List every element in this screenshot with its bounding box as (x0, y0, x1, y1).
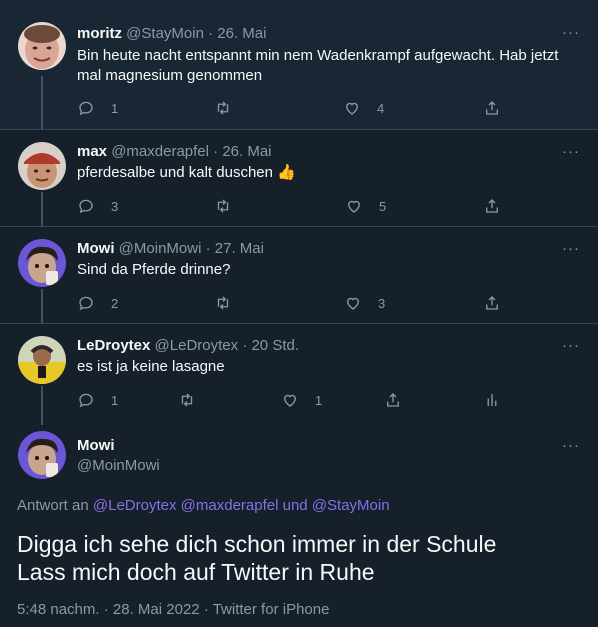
avatar-mowi[interactable] (18, 239, 66, 287)
retweet-icon (217, 296, 229, 310)
like-count: 3 (378, 295, 386, 311)
share-icon (387, 393, 399, 407)
separator-dot: · (205, 240, 211, 257)
reply-tweet-1[interactable]: moritz @StayMoin · 26. Mai ··· Bin heute… (0, 0, 598, 130)
replying-prefix: Antwort an (17, 497, 89, 514)
share-button[interactable] (483, 293, 501, 313)
main-author-name[interactable]: Mowi (77, 437, 115, 454)
share-button[interactable] (483, 98, 501, 118)
thread-connector (41, 289, 43, 324)
main-tweet-line-1: Digga ich sehe dich schon immer in der S… (17, 531, 497, 557)
reply-icon (79, 199, 93, 214)
like-count: 5 (379, 198, 387, 214)
tweet-text: pferdesalbe und kalt duschen 👍 (77, 164, 296, 181)
reply-button[interactable]: 3 (77, 196, 118, 216)
like-button[interactable]: 5 (345, 196, 386, 216)
more-options-icon[interactable]: ··· (562, 25, 580, 46)
like-count: 1 (315, 392, 323, 408)
tweet-date[interactable]: 26. Mai (217, 25, 266, 42)
share-button[interactable] (483, 196, 501, 216)
mention-maxderapfel[interactable]: @maxderapfel (181, 497, 279, 514)
tweet-time[interactable]: 5:48 nachm. (17, 601, 100, 618)
mention-ledroytex[interactable]: @LeDroytex (93, 497, 177, 514)
avatar-moritz[interactable] (18, 22, 66, 70)
tweet-text: es ist ja keine lasagne (77, 358, 225, 375)
replying-to: Antwort an @LeDroytex @maxderapfel und @… (17, 497, 390, 514)
tweet-date[interactable]: 20 Std. (251, 337, 299, 354)
separator-dot: · (208, 25, 214, 42)
reply-icon (79, 101, 93, 116)
share-icon (486, 199, 498, 213)
heart-icon (348, 200, 360, 213)
author-name[interactable]: max (77, 143, 107, 160)
separator-dot: · (203, 601, 209, 618)
reply-count: 1 (111, 100, 119, 116)
like-button[interactable]: 1 (281, 390, 322, 410)
tweet-actions: 1 4 (77, 98, 517, 118)
avatar-ledroytex[interactable] (18, 336, 66, 384)
more-options-icon[interactable]: ··· (562, 438, 580, 459)
author-handle[interactable]: @StayMoin (126, 25, 204, 42)
avatar-mowi-main[interactable] (18, 431, 66, 479)
reply-tweet-4[interactable]: LeDroytex @LeDroytex · 20 Std. ··· es is… (0, 324, 598, 425)
reply-button[interactable]: 1 (77, 98, 118, 118)
main-tweet-text: Digga ich sehe dich schon immer in der S… (17, 530, 587, 586)
author-handle[interactable]: @maxderapfel (111, 143, 209, 160)
tweet-date[interactable]: 26. Mai (222, 143, 271, 160)
replying-and: und (282, 497, 308, 514)
reply-tweet-3[interactable]: Mowi @MoinMowi · 27. Mai ··· Sind da Pfe… (0, 227, 598, 324)
tweet-client[interactable]: Twitter for iPhone (213, 601, 330, 618)
retweet-button[interactable] (178, 390, 196, 410)
separator-dot: · (242, 337, 248, 354)
tweet-full-date[interactable]: 28. Mai 2022 (113, 601, 200, 618)
like-button[interactable]: 3 (344, 293, 385, 313)
reply-button[interactable]: 1 (77, 390, 118, 410)
tweet-text: Sind da Pferde drinne? (77, 261, 231, 278)
retweet-icon (181, 393, 193, 407)
thread-connector (41, 76, 43, 130)
author-name[interactable]: moritz (77, 25, 122, 42)
author-name[interactable]: Mowi (77, 240, 115, 257)
share-icon (486, 296, 498, 310)
heart-icon (346, 102, 358, 115)
main-tweet-line-2: Lass mich doch auf Twitter in Ruhe (17, 559, 375, 585)
tweet-date[interactable]: 27. Mai (215, 240, 264, 257)
mention-staymoin[interactable]: @StayMoin (312, 497, 390, 514)
tweet-actions: 3 5 (77, 196, 517, 216)
retweet-button[interactable] (214, 98, 232, 118)
share-button[interactable] (384, 390, 402, 410)
separator-dot: · (103, 601, 109, 618)
retweet-icon (217, 199, 229, 213)
reply-button[interactable]: 2 (77, 293, 118, 313)
tweet-actions: 1 1 (77, 390, 517, 410)
retweet-button[interactable] (214, 196, 232, 216)
retweet-button[interactable] (214, 293, 232, 313)
conversation-thread: moritz @StayMoin · 26. Mai ··· Bin heute… (0, 0, 598, 627)
reply-icon (79, 393, 93, 408)
reply-icon (79, 296, 93, 311)
heart-icon (284, 394, 296, 407)
reply-count: 1 (111, 392, 119, 408)
tweet-text: Bin heute nacht entspannt min nem Wadenk… (77, 47, 559, 84)
reply-count: 3 (111, 198, 119, 214)
reply-tweet-2[interactable]: max @maxderapfel · 26. Mai ··· pferdesal… (0, 130, 598, 227)
separator-dot: · (213, 143, 219, 160)
like-count: 4 (377, 100, 385, 116)
retweet-icon (217, 101, 229, 115)
analytics-button[interactable] (483, 390, 501, 410)
main-author-handle[interactable]: @MoinMowi (77, 457, 160, 474)
like-button[interactable]: 4 (343, 98, 384, 118)
heart-icon (347, 297, 359, 310)
reply-count: 2 (111, 295, 119, 311)
tweet-actions: 2 3 (77, 293, 517, 313)
tweet-metadata: 5:48 nachm. · 28. Mai 2022 · Twitter for… (17, 601, 329, 618)
thread-connector (41, 386, 43, 425)
analytics-icon (487, 394, 497, 406)
avatar-max[interactable] (18, 142, 66, 190)
thread-connector (41, 192, 43, 227)
author-handle[interactable]: @LeDroytex (155, 337, 239, 354)
author-handle[interactable]: @MoinMowi (119, 240, 202, 257)
author-name[interactable]: LeDroytex (77, 337, 150, 354)
share-icon (486, 101, 498, 115)
